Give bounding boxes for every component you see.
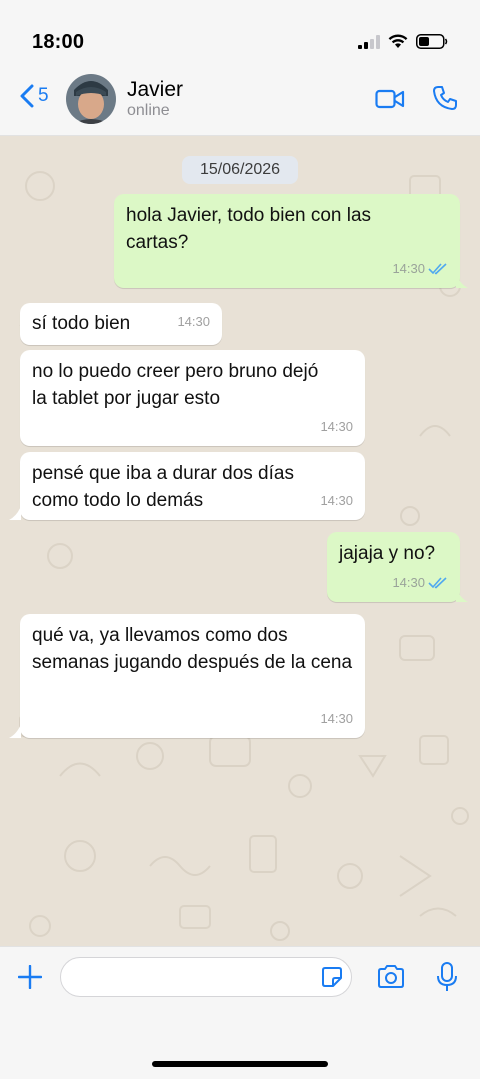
phone-call-icon[interactable]: [432, 85, 458, 111]
battery-icon: [416, 34, 448, 49]
chat-area[interactable]: 15/06/2026 hola Javier, todo bien con la…: [0, 136, 480, 946]
message-meta: 14:30: [320, 487, 353, 514]
message-text: hola Javier, todo bien con las cartas?: [126, 205, 372, 253]
sticker-icon[interactable]: [321, 966, 343, 988]
message-text: no lo puedo creer pero bruno dejó la tab…: [32, 361, 319, 409]
date-separator: 15/06/2026: [182, 156, 298, 184]
home-indicator[interactable]: [152, 1061, 328, 1067]
message-meta: 14:30: [177, 308, 210, 335]
microphone-icon[interactable]: [436, 962, 458, 992]
bubble-tail: [9, 724, 21, 738]
status-bar: 18:00: [0, 0, 480, 72]
bubble-tail: [456, 274, 468, 288]
message-input[interactable]: [60, 957, 352, 997]
message-meta: 14:30: [320, 413, 353, 440]
contact-name[interactable]: Javier: [127, 78, 183, 102]
message-outgoing[interactable]: hola Javier, todo bien con las cartas? 1…: [114, 194, 460, 288]
message-incoming[interactable]: pensé que iba a durar dos días como todo…: [20, 452, 365, 520]
wifi-icon: [388, 34, 408, 48]
contact-avatar[interactable]: [66, 74, 116, 124]
message-time: 14:30: [320, 711, 353, 726]
bubble-tail: [456, 588, 468, 602]
message-meta: 14:30: [392, 569, 448, 596]
message-text: jajaja y no?: [339, 543, 436, 564]
bubble-tail: [9, 506, 21, 520]
read-ticks-icon: [428, 576, 447, 588]
back-button[interactable]: 5: [20, 84, 49, 108]
status-time: 18:00: [32, 31, 85, 53]
message-text: pensé que iba a durar dos días como todo…: [32, 463, 294, 511]
message-incoming[interactable]: sí todo bien 14:30: [20, 303, 222, 345]
signal-icon: [358, 34, 380, 49]
camera-icon[interactable]: [376, 964, 406, 990]
status-icons: [358, 34, 448, 49]
message-time: 14:30: [320, 493, 353, 508]
contact-status: online: [127, 102, 170, 119]
video-call-icon[interactable]: [375, 89, 405, 109]
message-meta: 14:30: [320, 705, 353, 732]
plus-icon[interactable]: [18, 965, 42, 989]
message-time: 14:30: [392, 575, 425, 590]
chevron-left-icon: [20, 84, 34, 108]
message-incoming[interactable]: qué va, ya llevamos como dos semanas jug…: [20, 614, 365, 738]
message-incoming[interactable]: no lo puedo creer pero bruno dejó la tab…: [20, 350, 365, 446]
unread-count: 5: [38, 85, 49, 106]
chat-header: 5 Javier online: [0, 72, 480, 136]
read-ticks-icon: [428, 262, 447, 274]
message-time: 14:30: [177, 314, 210, 329]
message-outgoing[interactable]: jajaja y no? 14:30: [327, 532, 460, 602]
message-meta: 14:30: [392, 255, 448, 282]
composer-bar: [0, 946, 480, 1079]
message-time: 14:30: [320, 419, 353, 434]
message-time: 14:30: [392, 261, 425, 276]
message-text: qué va, ya llevamos como dos semanas jug…: [32, 625, 353, 673]
